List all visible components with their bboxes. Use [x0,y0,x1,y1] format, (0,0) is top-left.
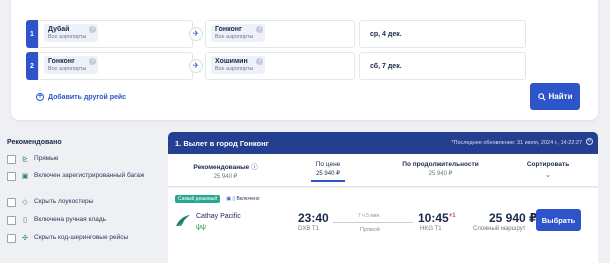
arrival-time: 10:45+1 [418,211,456,225]
airline-logo [176,215,190,226]
filter-codeshare[interactable]: ✣ Скрыть код-шеринговые рейсы [7,234,128,243]
destination-airports: Все аэропорты [215,66,254,72]
origin-airports: Все аэропорты [48,34,87,40]
filter-label: Прямые [34,155,59,162]
plane-icon[interactable]: ✈ [189,59,203,73]
stops-label: Прямой [360,227,380,233]
sort-tab-price-value: 25 940 ₽ [316,171,340,177]
departure-date: ср, 4 дек. [370,30,402,38]
origin-field-1[interactable]: Дубай Все аэропорты × [38,20,193,48]
sort-tab-price[interactable]: По цене 25 940 ₽ [298,161,358,182]
search-icon [537,92,546,101]
add-route-label: Добавить другой рейс [48,93,127,101]
destination-field-2[interactable]: Хошимин Все аэропорты × [205,52,355,80]
info-icon: ⓘ [251,164,258,171]
filter-lowcost[interactable]: ◇ Скрыть лоукостеры [7,198,93,207]
date-field-1[interactable]: ср, 4 дек. [359,20,526,48]
flight-tags: Самый дешевый ▣ ▯ Включено [175,195,260,203]
route-line [333,222,413,223]
close-icon[interactable]: × [89,58,97,65]
origin-chip: Дубай Все аэропорты × [44,24,99,42]
sort-tab-price: 25 940 ₽ [213,174,238,180]
baggage-included: ▣ ▯ Включено [226,196,260,202]
filter-label: Скрыть лоукостеры [34,198,94,205]
luggage-icon: ▣ [21,173,29,180]
leg-2-row: 2 Гонконг Все аэропорты × [26,52,193,80]
leg-number-badge: 1 [26,20,38,48]
codeshare-icon: ✣ [22,235,28,242]
departure-time: 23:40 [298,211,329,225]
checkbox[interactable] [7,172,16,181]
checkbox[interactable] [7,198,16,207]
meal-icon: ψψ [196,224,206,231]
results-header: 1. Вылет в город Гонконг *Последнее обно… [168,132,598,154]
flight-price: 25 940 ₽ [489,211,538,225]
checkbox[interactable] [7,216,16,225]
checkbox[interactable] [7,234,16,243]
destination-chip: Гонконг Все аэропорты × [211,24,266,42]
filters-title: Рекомендовано [7,139,62,146]
select-button[interactable]: Выбрать [536,209,581,231]
sort-tab-label: Рекомендованые ⓘ [193,164,258,171]
origin-city: Дубай [48,26,70,33]
route-type: Сложный маршрут [473,226,526,232]
last-updated: *Последнее обновление: 31 июля, 2024 г.,… [451,140,582,146]
sort-dropdown-label: Сортировать [526,161,570,168]
filter-label: Включен зарегистрированный багаж [34,172,145,179]
filter-label: Включена ручная кладь [34,216,107,223]
destination-city: Гонконг [215,26,242,33]
refresh-icon[interactable]: ↻ [586,138,593,145]
results-title: 1. Вылет в город Гонконг [175,139,269,148]
filter-luggage[interactable]: ▣ Включен зарегистрированный багаж [7,172,157,181]
destination-airports: Все аэропорты [215,34,254,40]
origin-chip: Гонконг Все аэропорты × [44,56,99,74]
tag-icon: ◇ [22,199,28,206]
chevron-down-icon: ⌄ [544,170,552,179]
leg-1-row: 1 Дубай Все аэропорты × [26,20,193,48]
close-icon[interactable]: × [256,58,264,65]
search-panel: 1 Дубай Все аэропорты × ✈ Гонконг Все аэ… [11,0,598,120]
plus-icon: + [36,93,44,101]
flight-duration: 7 ч 5 мин [358,213,380,219]
sort-dropdown[interactable]: Сортировать ⌄ [513,161,583,179]
sort-tab-label: По продолжительности [402,161,479,168]
find-label: Найти [548,92,573,101]
sort-bar: Рекомендованые ⓘ 25 940 ₽ По цене 25 940… [168,154,598,187]
origin-airports: Все аэропорты [48,66,87,72]
find-button[interactable]: Найти [530,83,580,110]
destination-chip: Хошимин Все аэропорты × [211,56,266,74]
close-icon[interactable]: × [256,26,264,33]
checkbox[interactable] [7,155,16,164]
filter-label: Скрыть код-шеринговые рейсы [34,234,129,241]
leg-number-badge: 2 [26,52,38,80]
departure-date: сб, 7 дек. [370,62,402,70]
cheapest-badge: Самый дешевый [175,195,221,203]
bag-icon: ▯ [23,217,27,224]
sort-tab-duration[interactable]: По продолжительности 25 940 ₽ [388,161,493,177]
sort-tab-price: 25 940 ₽ [428,171,453,177]
origin-city: Гонконг [48,58,75,65]
filter-direct[interactable]: ⊵ Прямые [7,155,59,164]
origin-field-2[interactable]: Гонконг Все аэропорты × [38,52,193,80]
destination-city: Хошимин [215,58,248,65]
flight-card[interactable]: Самый дешевый ▣ ▯ Включено Cathay Pacifi… [168,188,598,263]
add-route-link[interactable]: + Добавить другой рейс [36,93,126,101]
close-icon[interactable]: × [89,26,97,33]
departure-airport: DXB T1 [298,226,319,232]
active-tab-indicator [311,180,345,182]
sort-tab-recommended[interactable]: Рекомендованые ⓘ 25 940 ₽ [178,161,273,180]
date-field-2[interactable]: сб, 7 дек. [359,52,526,80]
direct-flight-icon: ⊵ [22,156,28,163]
plane-icon[interactable]: ✈ [189,27,203,41]
arrival-airport: HKG T1 [420,226,442,232]
luggage-icon: ▣ ▯ [226,196,236,202]
filter-carryon[interactable]: ▯ Включена ручная кладь [7,216,106,225]
airline-name: Cathay Pacific [196,213,241,220]
plus-days: +1 [448,213,456,219]
sort-tab-label: По цене [315,161,341,168]
destination-field-1[interactable]: Гонконг Все аэропорты × [205,20,355,48]
